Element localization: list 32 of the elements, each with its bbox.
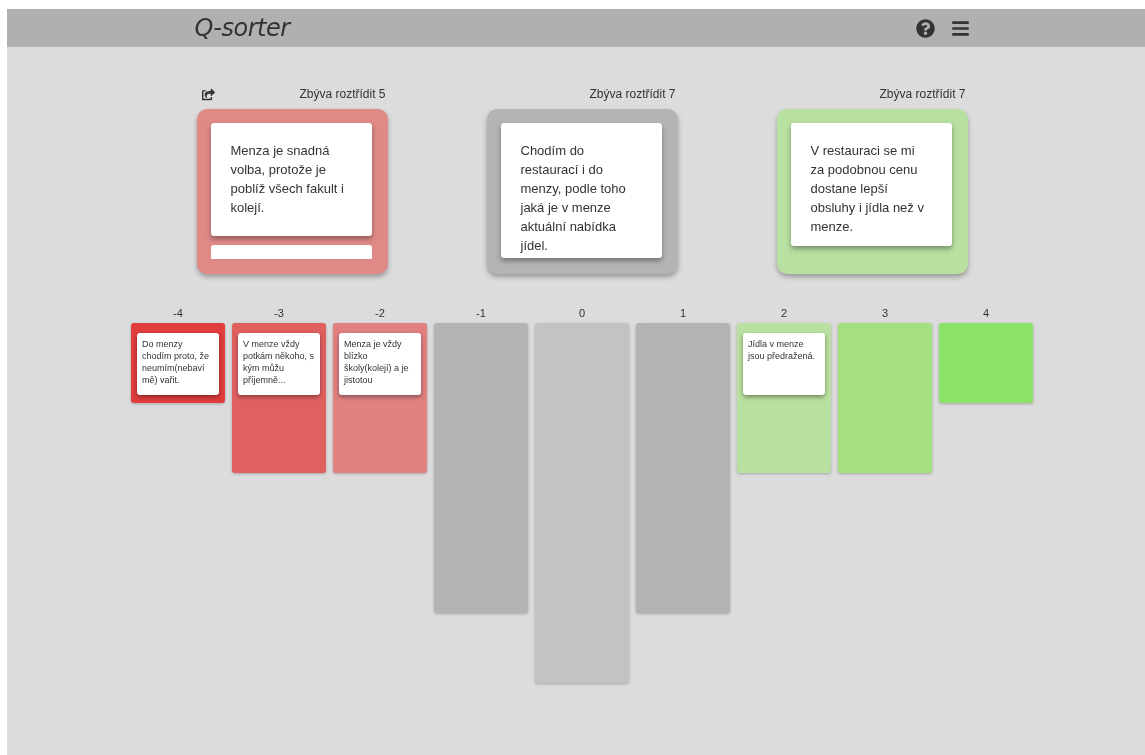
statement-card[interactable]: Menza je snadná volba, protože je poblíž všech fakult i kolejí. (210, 123, 372, 236)
column-label: 0 (578, 307, 586, 321)
statement-card[interactable]: V menze vždy potkám někoho, s kým můžu příjemně... (238, 333, 320, 395)
statement-card[interactable]: Menza je vždy blízko školy(kolejí) a je jistotou (339, 333, 421, 395)
help-icon[interactable] (915, 18, 935, 38)
sort-column[interactable] (434, 323, 528, 613)
menu-icon[interactable] (950, 18, 970, 38)
sort-column[interactable]: Jídla v menze jsou předražená. (737, 323, 831, 473)
sort-column[interactable] (939, 323, 1033, 403)
sort-column[interactable]: V menze vždy potkám někoho, s kým můžu příjemně... (232, 323, 326, 473)
column-label: -3 (274, 307, 284, 321)
statement-card[interactable]: Jídla v menze jsou předražená. (743, 333, 825, 395)
column-label: -1 (476, 307, 486, 321)
statement-card[interactable]: V restauraci se mi za podobnou cenu dostane lepší obsluhy i jídla než v menze. (790, 123, 952, 246)
column-label: 2 (780, 307, 788, 321)
column-label: -2 (375, 307, 385, 321)
sort-column[interactable] (636, 323, 730, 613)
sort-column[interactable]: Menza je vždy blízko školy(kolejí) a je jistotou (333, 323, 427, 473)
app-title: Q-sorter (194, 14, 290, 42)
remaining-count: Zbýva roztřídit 7 (879, 87, 966, 101)
statement-card[interactable]: Do menzy chodím proto, že neumím(nebaví mě) vařit. (137, 333, 219, 395)
statement-card[interactable]: Chodím do restaurací i do menzy, podle toho jaká je v menze aktuální nabídka jídel. (500, 123, 662, 258)
column-label: 1 (679, 307, 687, 321)
sort-column[interactable] (838, 323, 932, 473)
column-label: 3 (881, 307, 889, 321)
column-label: -4 (173, 307, 183, 321)
share-icon[interactable] (201, 87, 215, 101)
remaining-count: Zbýva roztřídit 7 (589, 87, 676, 101)
remaining-count: Zbýva roztřídit 5 (299, 87, 386, 101)
sort-column[interactable]: Do menzy chodím proto, že neumím(nebaví mě) vařit. (131, 323, 225, 403)
sort-column[interactable] (535, 323, 629, 683)
column-label: 4 (982, 307, 990, 321)
